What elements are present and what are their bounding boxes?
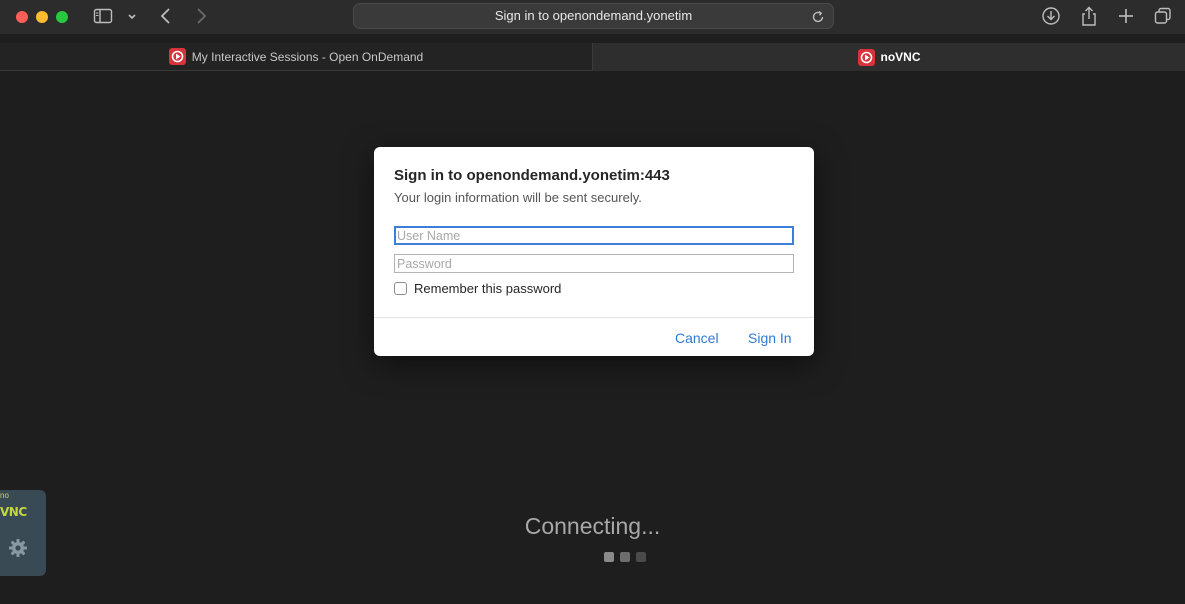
chevron-down-icon[interactable] bbox=[126, 10, 138, 28]
password-field[interactable] bbox=[394, 254, 794, 273]
novnc-logo-small: no bbox=[0, 491, 9, 500]
browser-toolbar: Sign in to openondemand.yonetim bbox=[0, 0, 1185, 34]
tab-label: noVNC bbox=[880, 50, 921, 64]
tab-label: My Interactive Sessions - Open OnDemand bbox=[191, 49, 424, 64]
downloads-icon[interactable] bbox=[1041, 6, 1061, 31]
sign-in-dialog: Sign in to openondemand.yonetim:443 Your… bbox=[374, 147, 814, 356]
connection-status: Connecting... bbox=[524, 513, 661, 539]
loading-dot bbox=[620, 552, 630, 562]
gear-icon[interactable] bbox=[8, 538, 28, 563]
share-icon[interactable] bbox=[1080, 6, 1098, 33]
open-ondemand-favicon-icon bbox=[857, 48, 875, 66]
loading-dot bbox=[604, 552, 614, 562]
dialog-subtitle: Your login information will be sent secu… bbox=[394, 190, 642, 205]
dialog-title: Sign in to openondemand.yonetim:443 bbox=[394, 167, 670, 184]
forward-icon[interactable] bbox=[192, 6, 210, 31]
address-text: Sign in to openondemand.yonetim bbox=[494, 8, 693, 23]
dialog-divider bbox=[374, 317, 814, 318]
username-field[interactable] bbox=[394, 226, 794, 245]
tab-bar: My Interactive Sessions - Open OnDemand … bbox=[0, 43, 1185, 71]
tab-overview-icon[interactable] bbox=[1153, 6, 1173, 31]
new-tab-icon[interactable] bbox=[1116, 6, 1136, 31]
open-ondemand-favicon-icon bbox=[168, 48, 186, 65]
tab-my-interactive-sessions[interactable]: My Interactive Sessions - Open OnDemand bbox=[0, 43, 593, 71]
zoom-window-button[interactable] bbox=[56, 11, 68, 23]
sidebar-toggle-icon[interactable] bbox=[93, 6, 113, 31]
close-window-button[interactable] bbox=[16, 11, 28, 23]
minimize-window-button[interactable] bbox=[36, 11, 48, 23]
tab-novnc[interactable]: noVNC bbox=[593, 43, 1185, 71]
cancel-button[interactable]: Cancel bbox=[675, 330, 719, 346]
address-bar[interactable]: Sign in to openondemand.yonetim bbox=[353, 3, 834, 29]
loading-dot bbox=[636, 552, 646, 562]
back-icon[interactable] bbox=[157, 6, 175, 31]
loading-indicator bbox=[604, 552, 646, 562]
reload-icon[interactable] bbox=[811, 8, 825, 32]
remember-password-checkbox[interactable] bbox=[394, 282, 407, 295]
remember-password-label: Remember this password bbox=[414, 281, 562, 296]
sign-in-button[interactable]: Sign In bbox=[748, 330, 792, 346]
